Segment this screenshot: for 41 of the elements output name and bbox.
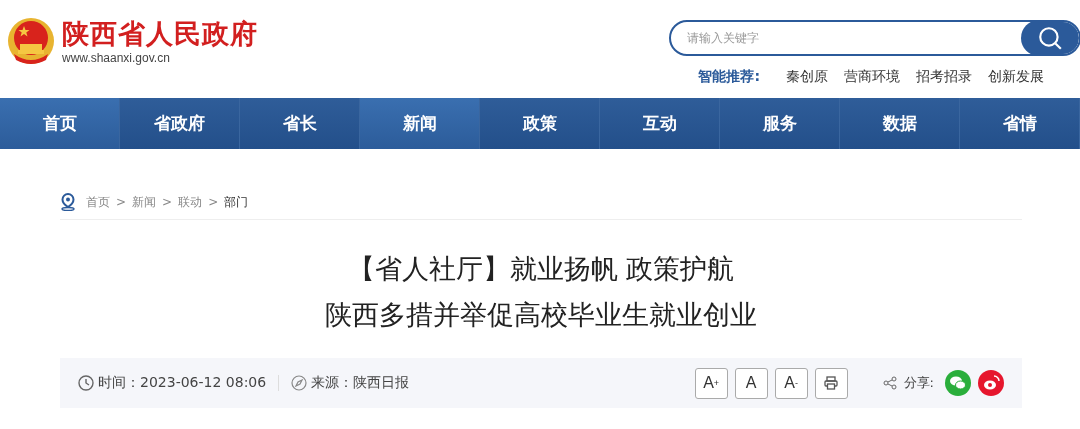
breadcrumb-separator: > bbox=[162, 195, 173, 209]
nav-tab[interactable]: 服务 bbox=[720, 98, 840, 149]
printer-icon bbox=[823, 375, 840, 391]
nav-tab[interactable]: 首页 bbox=[0, 98, 120, 149]
nav-tab[interactable]: 省政府 bbox=[120, 98, 240, 149]
article-title: 陕西多措并举促高校毕业生就业创业 bbox=[324, 298, 758, 332]
print-button[interactable] bbox=[814, 367, 848, 399]
recommend-label: 智能推荐: bbox=[698, 68, 760, 86]
search-field[interactable]: 请输入关键字 bbox=[671, 30, 1021, 46]
article-source: 来源：陕西日报 bbox=[311, 374, 410, 392]
search-icon bbox=[1037, 25, 1063, 51]
site-url: www.shaanxi.gov.cn bbox=[62, 51, 171, 65]
nav-tab[interactable]: 政策 bbox=[480, 98, 600, 149]
recommend-link[interactable]: 秦创原 bbox=[786, 68, 828, 86]
weibo-icon[interactable] bbox=[978, 370, 1004, 396]
breadcrumb-separator: > bbox=[208, 195, 219, 209]
share-label: 分享: bbox=[903, 374, 934, 392]
breadcrumb-link[interactable]: 部门 bbox=[224, 193, 249, 211]
nav-tab[interactable]: 互动 bbox=[600, 98, 720, 149]
location-pin-icon bbox=[60, 193, 76, 211]
breadcrumb-link[interactable]: 新闻 bbox=[132, 193, 157, 211]
breadcrumb-link[interactable]: 首页 bbox=[86, 193, 110, 211]
share-icon bbox=[882, 376, 897, 390]
font-size-button[interactable]: A bbox=[734, 367, 768, 399]
nav-tab[interactable]: 新闻 bbox=[360, 98, 480, 149]
search-bar[interactable]: 请输入关键字 bbox=[669, 20, 1080, 56]
recommend-link[interactable]: 创新发展 bbox=[988, 68, 1044, 86]
article-title: 【省人社厅】就业扬帆 政策护航 bbox=[346, 252, 736, 286]
clock-icon bbox=[78, 375, 94, 391]
site-name: 陕西省人民政府 bbox=[62, 17, 258, 51]
wechat-icon[interactable] bbox=[945, 370, 971, 396]
recommend-link[interactable]: 招考招录 bbox=[916, 68, 972, 86]
nav-tab[interactable]: 数据 bbox=[840, 98, 960, 149]
breadcrumb-separator: > bbox=[116, 195, 127, 209]
compass-icon bbox=[291, 375, 308, 391]
recommend-link[interactable]: 营商环境 bbox=[844, 68, 900, 86]
nav-tab[interactable]: 省情 bbox=[960, 98, 1080, 149]
breadcrumb-link[interactable]: 联动 bbox=[178, 193, 203, 211]
emblem-icon bbox=[6, 16, 56, 66]
publish-time: 时间：2023-06-12 08:06 bbox=[98, 374, 267, 392]
search-button[interactable] bbox=[1021, 22, 1079, 54]
